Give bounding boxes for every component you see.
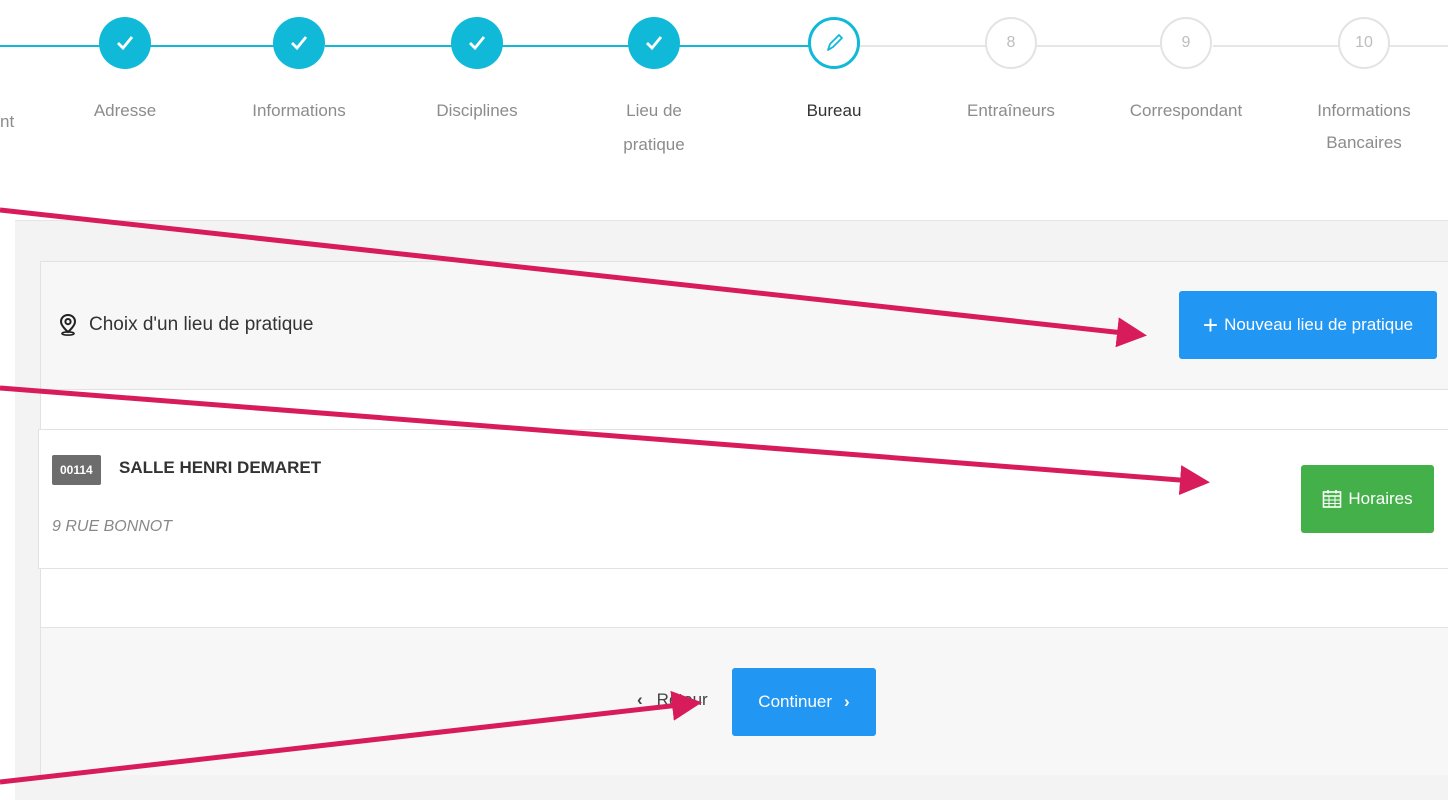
step-circle	[273, 17, 325, 69]
step-label: Entraîneurs	[967, 101, 1055, 120]
step-label: Informations	[252, 101, 346, 120]
panel-title-text: Choix d'un lieu de pratique	[89, 314, 314, 335]
step-circle	[808, 17, 860, 69]
check-icon	[291, 36, 308, 51]
progress-stepper: nt Adresse Informations Disciplines Lieu…	[0, 0, 1448, 220]
step-label-line-1: Informations	[1317, 101, 1411, 120]
lieu-code-badge: 00114	[52, 455, 101, 485]
step-disciplines[interactable]: Disciplines	[417, 17, 537, 128]
content-area: Choix d'un lieu de pratique + Nouveau li…	[15, 220, 1448, 800]
plus-icon: +	[1202, 310, 1219, 340]
step-bureau[interactable]: Bureau	[774, 17, 894, 128]
step-number: 10	[1338, 17, 1390, 69]
step-label: Correspondant	[1129, 101, 1243, 120]
chevron-right-icon: ›	[844, 692, 850, 711]
check-icon	[646, 36, 663, 51]
lieu-address: 9 RUE BONNOT	[52, 518, 173, 535]
step-circle	[451, 17, 503, 69]
lieu-pratique-panel: Choix d'un lieu de pratique + Nouveau li…	[38, 261, 1448, 775]
step-label: Disciplines	[436, 101, 518, 120]
step-circle	[628, 17, 680, 69]
retour-button[interactable]: ‹ Retour	[637, 690, 708, 710]
new-lieu-button[interactable]: + Nouveau lieu de pratique	[1179, 291, 1437, 359]
chevron-left-icon: ‹	[637, 690, 643, 709]
panel-header: Choix d'un lieu de pratique + Nouveau li…	[41, 262, 1448, 390]
step-label-partial: nt	[0, 112, 15, 131]
step-number: 8	[985, 17, 1037, 69]
panel-title: Choix d'un lieu de pratique	[59, 314, 313, 336]
continuer-button-label: Continuer	[758, 692, 833, 711]
step-label: Informations Bancaires	[1304, 94, 1424, 153]
calendar-icon	[1323, 490, 1342, 508]
step-informations[interactable]: Informations	[239, 17, 359, 128]
new-lieu-button-label: Nouveau lieu de pratique	[1224, 315, 1414, 334]
step-correspondant[interactable]: 9 Correspondant	[1126, 17, 1246, 128]
step-adresse[interactable]: Adresse	[65, 17, 185, 128]
step-circle	[99, 17, 151, 69]
check-icon	[117, 36, 134, 51]
step-number: 9	[1160, 17, 1212, 69]
step-label: Bureau	[806, 101, 862, 120]
retour-button-label: Retour	[656, 690, 708, 709]
step-label-line-2: Bancaires	[1326, 133, 1402, 152]
horaires-button-label: Horaires	[1348, 489, 1413, 508]
map-pin-icon	[59, 314, 77, 336]
panel-footer: ‹ Retour Continuer ›	[41, 627, 1448, 775]
step-label: Adresse	[93, 101, 157, 120]
lieu-name: SALLE HENRI DEMARET	[119, 458, 322, 477]
check-icon	[469, 36, 486, 51]
step-entraineurs[interactable]: 8 Entraîneurs	[951, 17, 1071, 128]
step-lieu-de-pratique[interactable]: Lieu de pratique	[594, 17, 714, 162]
lieu-card: 00114 SALLE HENRI DEMARET 9 RUE BONNOT H…	[38, 429, 1448, 569]
continuer-button[interactable]: Continuer ›	[732, 668, 876, 736]
step-label: Lieu de pratique	[623, 101, 685, 154]
pencil-icon	[827, 34, 843, 51]
horaires-button[interactable]: Horaires	[1301, 465, 1434, 533]
step-informations-bancaires[interactable]: 10 Informations Bancaires	[1304, 17, 1424, 153]
